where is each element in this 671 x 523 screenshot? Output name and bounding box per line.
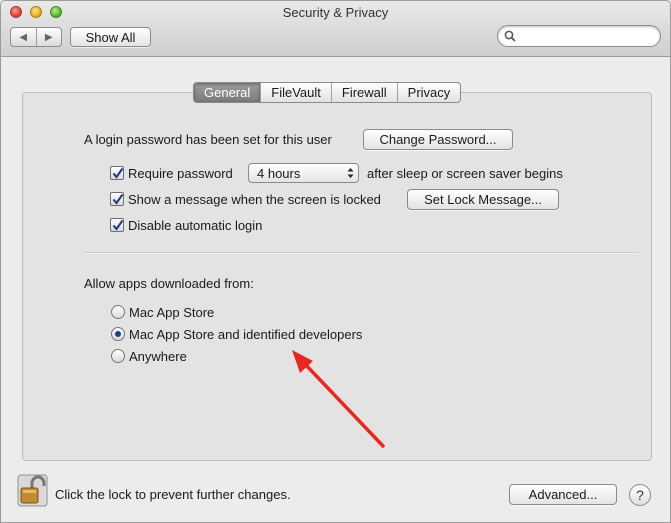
lock-status-text: Click the lock to prevent further change… — [55, 487, 291, 502]
help-button[interactable]: ? — [629, 484, 651, 506]
padlock-open-icon — [17, 474, 48, 507]
lock-button[interactable] — [17, 474, 48, 507]
tab-privacy[interactable]: Privacy — [396, 83, 461, 102]
tab-bar: General FileVault Firewall Privacy — [193, 82, 462, 103]
security-privacy-window: Security & Privacy ◀ ▶ Show All General … — [0, 0, 671, 523]
annotation-arrow-icon — [292, 350, 385, 448]
tab-general[interactable]: General — [194, 83, 261, 102]
tab-filevault[interactable]: FileVault — [260, 83, 331, 102]
tab-firewall[interactable]: Firewall — [330, 83, 397, 102]
advanced-button[interactable]: Advanced... — [509, 484, 617, 505]
